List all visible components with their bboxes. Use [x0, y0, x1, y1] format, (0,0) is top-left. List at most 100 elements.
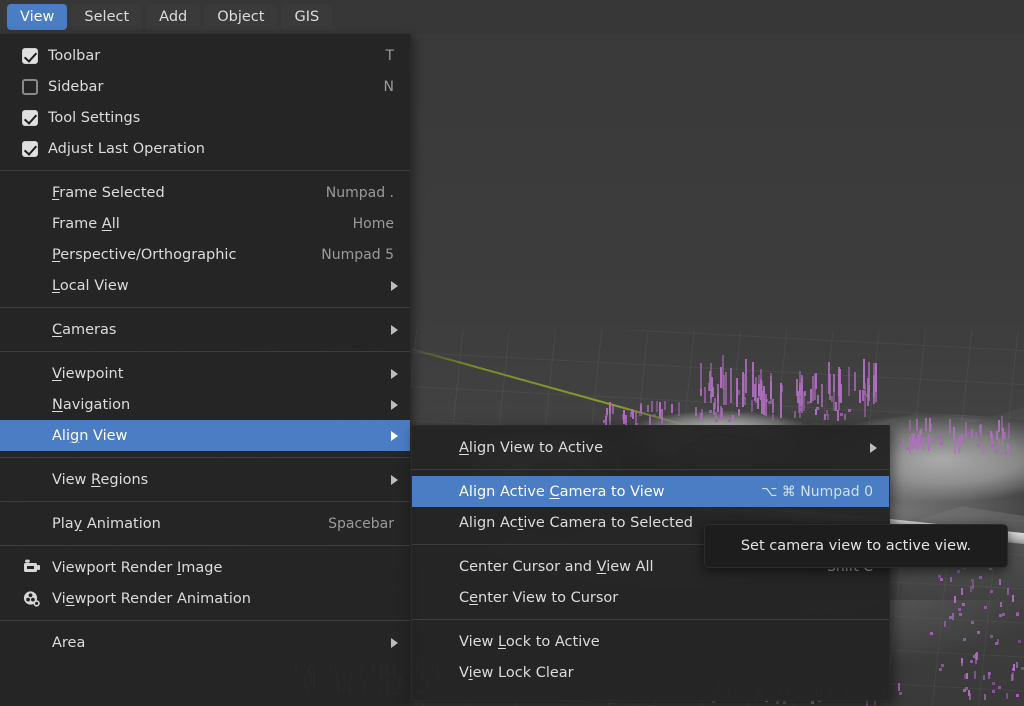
menu-item-toolbar[interactable]: Toolbar T: [0, 40, 410, 71]
menubar-item-label: GIS: [294, 9, 320, 25]
render-animation-icon: [22, 590, 44, 608]
submenu-arrow-icon: [391, 368, 398, 379]
icon-spacer: [22, 321, 44, 339]
icon-spacer: [22, 215, 44, 233]
menu-item-align-active-camera-to-view[interactable]: Align Active Camera to View ⌥ ⌘ Numpad 0: [412, 476, 889, 507]
menu-item-view-lock-clear[interactable]: View Lock Clear: [412, 657, 889, 688]
menu-item-viewport-render-animation[interactable]: Viewport Render Animation: [0, 583, 410, 614]
menu-item-label: Local View: [52, 277, 129, 294]
checkbox-toolbar[interactable]: [22, 47, 38, 64]
menu-item-local-view[interactable]: Local View: [0, 270, 410, 301]
icon-spacer: [22, 515, 44, 533]
menu-separator: [0, 457, 410, 458]
menu-item-label: Perspective/Orthographic: [52, 246, 237, 263]
menubar-item-gis[interactable]: GIS: [281, 4, 333, 30]
menu-item-label: View Lock to Active: [459, 633, 600, 650]
menu-item-label: Toolbar: [48, 47, 101, 64]
menu-item-frame-selected[interactable]: Frame Selected Numpad .: [0, 177, 410, 208]
menu-item-label: Align View to Active: [459, 439, 604, 456]
menu-item-label: View Regions: [52, 471, 149, 488]
menubar-item-view[interactable]: View: [7, 4, 68, 30]
menu-item-viewpoint[interactable]: Viewpoint: [0, 358, 410, 389]
menu-item-label: Frame Selected: [52, 184, 165, 201]
menu-item-label: View Lock Clear: [459, 664, 574, 681]
menubar-item-label: Select: [84, 9, 130, 25]
menu-item-view-lock-to-active[interactable]: View Lock to Active: [412, 626, 889, 657]
tooltip-text: Set camera view to active view.: [740, 538, 972, 554]
icon-spacer: [22, 634, 44, 652]
icon-spacer: [22, 396, 44, 414]
menu-item-label: Navigation: [52, 396, 131, 413]
menubar-item-label: Add: [159, 9, 188, 25]
menu-item-center-view-to-cursor[interactable]: Center View to Cursor: [412, 582, 889, 613]
menu-separator: [0, 501, 410, 502]
icon-spacer: [22, 184, 44, 202]
menu-item-label: Viewport Render Image: [52, 559, 223, 576]
submenu-arrow-icon: [391, 280, 398, 291]
menu-item-label: Play Animation: [52, 515, 161, 532]
menu-item-play-animation[interactable]: Play Animation Spacebar: [0, 508, 410, 539]
icon-spacer: [22, 471, 44, 489]
menu-item-shortcut: Numpad 5: [321, 246, 394, 263]
tooltip: Set camera view to active view.: [704, 524, 1008, 568]
submenu-arrow-icon: [391, 474, 398, 485]
menu-item-label: Cameras: [52, 321, 117, 338]
menu-item-label: Viewpoint: [52, 365, 124, 382]
render-image-icon: [22, 559, 44, 577]
menu-item-navigation[interactable]: Navigation: [0, 389, 410, 420]
menu-item-sidebar[interactable]: Sidebar N: [0, 71, 410, 102]
menu-separator: [0, 620, 410, 621]
menubar-item-object[interactable]: Object: [204, 4, 278, 30]
submenu-arrow-icon: [391, 399, 398, 410]
menu-item-label: Align Active Camera to View: [459, 483, 665, 500]
menu-item-label: Sidebar: [48, 78, 104, 95]
menu-item-cameras[interactable]: Cameras: [0, 314, 410, 345]
menu-item-label: Adjust Last Operation: [48, 140, 205, 157]
blender-viewport-window: rspective ts | Camera ViewSelectAddObjec…: [0, 0, 1024, 706]
submenu-arrow-icon: [391, 430, 398, 441]
menu-separator: [0, 170, 410, 171]
menu-item-adjust-last-operation[interactable]: Adjust Last Operation: [0, 133, 410, 164]
menu-separator: [0, 351, 410, 352]
menu-item-shortcut: N: [383, 78, 394, 95]
icon-spacer: [22, 365, 44, 383]
menu-bar: View Select Add Object GIS: [0, 0, 1024, 34]
checkbox-adjust-last-operation[interactable]: [22, 140, 38, 157]
menubar-item-label: View: [20, 9, 55, 25]
menu-item-view-regions[interactable]: View Regions: [0, 464, 410, 495]
menu-item-perspective-orthographic[interactable]: Perspective/Orthographic Numpad 5: [0, 239, 410, 270]
submenu-arrow-icon: [391, 637, 398, 648]
menu-item-shortcut: Home: [352, 215, 394, 232]
menu-item-viewport-render-image[interactable]: Viewport Render Image: [0, 552, 410, 583]
menubar-item-select[interactable]: Select: [71, 4, 143, 30]
menu-separator: [412, 619, 889, 620]
menubar-item-add[interactable]: Add: [146, 4, 201, 30]
submenu-arrow-icon: [391, 324, 398, 335]
checkbox-sidebar[interactable]: [22, 78, 38, 95]
menu-item-align-view[interactable]: Align View: [0, 420, 410, 451]
menu-separator: [0, 545, 410, 546]
menu-item-label: Tool Settings: [48, 109, 141, 126]
menu-item-align-view-to-active[interactable]: Align View to Active: [412, 432, 889, 463]
view-menu-dropdown[interactable]: Toolbar T Sidebar N Tool Settings Adjust Last…: [0, 34, 411, 706]
menu-item-shortcut: T: [385, 47, 394, 64]
menu-item-shortcut: Spacebar: [328, 515, 394, 532]
icon-spacer: [22, 277, 44, 295]
menu-item-label: Center View to Cursor: [459, 589, 619, 606]
menu-item-shortcut: Numpad .: [325, 184, 394, 201]
icon-spacer: [22, 427, 44, 445]
menubar-item-label: Object: [217, 9, 265, 25]
menu-item-shortcut: ⌥ ⌘ Numpad 0: [761, 483, 873, 500]
menu-item-label: Viewport Render Animation: [52, 590, 251, 607]
menu-item-label: Frame All: [52, 215, 120, 232]
menu-item-frame-all[interactable]: Frame All Home: [0, 208, 410, 239]
checkbox-tool-settings[interactable]: [22, 109, 38, 126]
menu-item-label: Align View: [52, 427, 128, 444]
submenu-arrow-icon: [870, 442, 877, 453]
menu-item-tool-settings[interactable]: Tool Settings: [0, 102, 410, 133]
menu-separator: [0, 307, 410, 308]
icon-spacer: [22, 246, 44, 264]
menu-item-label: Area: [52, 634, 86, 651]
menu-separator: [412, 469, 889, 470]
menu-item-area[interactable]: Area: [0, 627, 410, 658]
